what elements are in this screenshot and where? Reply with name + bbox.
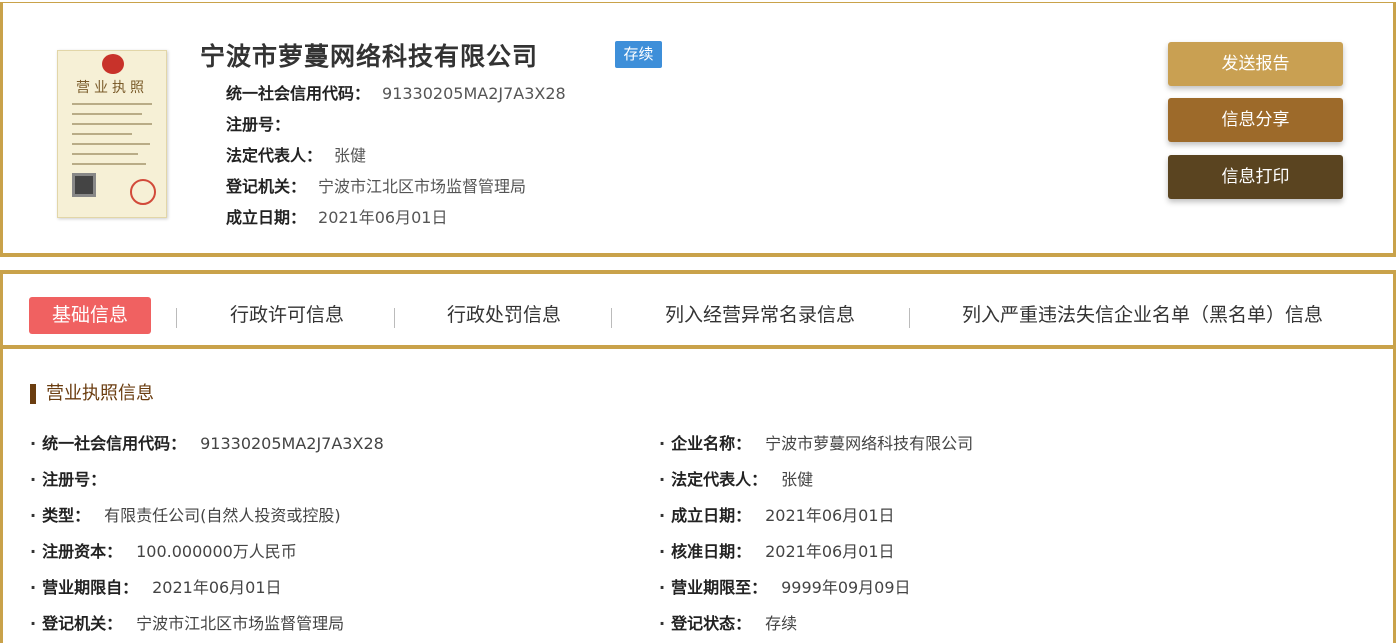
detail-row: · 法定代表人： 张健: [659, 466, 813, 490]
field-value: 张健: [781, 470, 814, 489]
field-value: 宁波市萝蔓网络科技有限公司: [765, 434, 974, 453]
detail-row: · 核准日期： 2021年06月01日: [659, 538, 895, 562]
field-label: 成立日期：: [671, 506, 752, 525]
field-value: 2021年06月01日: [152, 578, 282, 597]
bullet-dot: ·: [659, 578, 666, 597]
bullet-dot: ·: [30, 506, 37, 525]
field-label: 注册资本：: [42, 542, 123, 561]
detail-row: · 统一社会信用代码： 91330205MA2J7A3X28: [30, 430, 384, 454]
bullet-dot: ·: [659, 506, 666, 525]
license-text-line: [72, 163, 146, 165]
tab-divider: [611, 308, 612, 328]
field-value: 2021年06月01日: [765, 542, 895, 561]
field-label: 法定代表人：: [226, 146, 323, 165]
bullet-dot: ·: [30, 578, 37, 597]
field-label: 营业期限至：: [671, 578, 768, 597]
tab-basic-info[interactable]: 基础信息: [29, 297, 151, 334]
header-credit-code: 统一社会信用代码： 91330205MA2J7A3X28: [226, 80, 566, 104]
bullet-dot: ·: [659, 614, 666, 633]
field-value: 91330205MA2J7A3X28: [200, 434, 384, 453]
national-emblem-icon: [102, 54, 124, 74]
qr-code-icon: [72, 173, 96, 197]
field-label: 企业名称：: [671, 434, 752, 453]
detail-row: · 成立日期： 2021年06月01日: [659, 502, 895, 526]
field-label: 登记机关：: [42, 614, 123, 633]
company-detail-card: 基础信息 行政许可信息 行政处罚信息 列入经营异常名录信息 列入严重违法失信企业…: [0, 270, 1396, 643]
field-label: 统一社会信用代码：: [226, 84, 371, 103]
field-value: 91330205MA2J7A3X28: [382, 84, 566, 103]
field-value: 有限责任公司(自然人投资或控股): [104, 506, 341, 525]
detail-row: · 登记机关： 宁波市江北区市场监督管理局: [30, 610, 344, 634]
field-label: 核准日期：: [671, 542, 752, 561]
detail-row: · 登记状态： 存续: [659, 610, 797, 634]
company-header-card: 营业执照 宁波市萝蔓网络科技有限公司 存续 统一社会信用代码： 91330205M…: [0, 2, 1396, 257]
license-text-line: [72, 133, 132, 135]
field-label: 统一社会信用代码：: [42, 434, 187, 453]
license-image-title: 营业执照: [76, 80, 148, 96]
bullet-dot: ·: [659, 470, 666, 489]
bullet-dot: ·: [30, 614, 37, 633]
field-label: 营业期限自：: [42, 578, 139, 597]
field-label: 注册号：: [226, 115, 291, 134]
detail-row: · 企业名称： 宁波市萝蔓网络科技有限公司: [659, 430, 973, 454]
detail-row: · 注册号：: [30, 466, 120, 490]
section-title: 营业执照信息: [30, 384, 154, 404]
send-report-button[interactable]: 发送报告: [1168, 42, 1343, 86]
detail-row: · 营业期限自： 2021年06月01日: [30, 574, 282, 598]
detail-row: · 营业期限至： 9999年09月09日: [659, 574, 911, 598]
license-text-line: [72, 123, 152, 125]
official-seal-icon: [130, 179, 156, 205]
header-reg-number: 注册号：: [226, 111, 302, 135]
detail-row: · 类型： 有限责任公司(自然人投资或控股): [30, 502, 341, 526]
tab-abnormal-list[interactable]: 列入经营异常名录信息: [665, 300, 855, 327]
field-value: 宁波市江北区市场监督管理局: [318, 177, 527, 196]
field-value: 宁波市江北区市场监督管理局: [136, 614, 345, 633]
field-label: 登记状态：: [671, 614, 752, 633]
tab-admin-penalty[interactable]: 行政处罚信息: [447, 300, 561, 327]
field-value: 2021年06月01日: [765, 506, 895, 525]
business-license-image[interactable]: 营业执照: [57, 50, 167, 218]
status-badge: 存续: [615, 41, 662, 68]
bullet-dot: ·: [659, 542, 666, 561]
license-text-line: [72, 143, 150, 145]
license-text-line: [72, 153, 138, 155]
field-label: 登记机关：: [226, 177, 307, 196]
info-tabs: 基础信息 行政许可信息 行政处罚信息 列入经营异常名录信息 列入严重违法失信企业…: [3, 274, 1393, 349]
license-text-line: [72, 113, 142, 115]
company-name-title: 宁波市萝蔓网络科技有限公司: [200, 42, 539, 71]
field-label: 类型：: [42, 506, 91, 525]
bullet-dot: ·: [659, 434, 666, 453]
tab-divider: [176, 308, 177, 328]
license-text-line: [72, 103, 152, 105]
header-authority: 登记机关： 宁波市江北区市场监督管理局: [226, 173, 526, 197]
header-legal-rep: 法定代表人： 张健: [226, 142, 366, 166]
detail-row: · 注册资本： 100.000000万人民币: [30, 538, 297, 562]
bullet-dot: ·: [30, 434, 37, 453]
tab-admin-license[interactable]: 行政许可信息: [230, 300, 344, 327]
field-value: 张健: [334, 146, 367, 165]
header-founded-date: 成立日期： 2021年06月01日: [226, 204, 447, 228]
print-info-button[interactable]: 信息打印: [1168, 155, 1343, 199]
tab-divider: [909, 308, 910, 328]
field-value: 9999年09月09日: [781, 578, 911, 597]
field-label: 注册号：: [42, 470, 107, 489]
tab-blacklist[interactable]: 列入严重违法失信企业名单（黑名单）信息: [962, 300, 1323, 327]
bullet-dot: ·: [30, 470, 37, 489]
tab-divider: [394, 308, 395, 328]
field-value: 100.000000万人民币: [136, 542, 297, 561]
field-label: 成立日期：: [226, 208, 307, 227]
field-value: 存续: [765, 614, 798, 633]
share-info-button[interactable]: 信息分享: [1168, 98, 1343, 142]
field-value: 2021年06月01日: [318, 208, 448, 227]
bullet-dot: ·: [30, 542, 37, 561]
field-label: 法定代表人：: [671, 470, 768, 489]
